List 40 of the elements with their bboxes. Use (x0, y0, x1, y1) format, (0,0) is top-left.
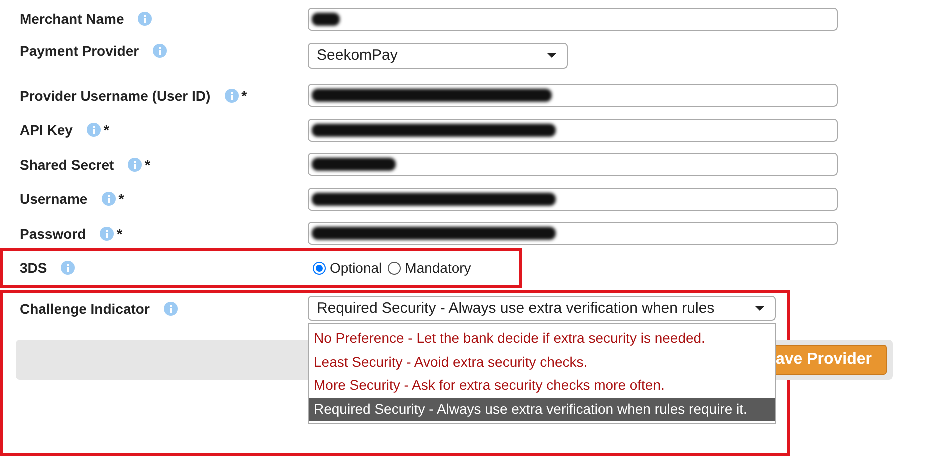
field-label: Challenge Indicator (20, 301, 150, 317)
input-field[interactable] (308, 222, 838, 246)
caret-icon (755, 306, 765, 311)
field-label: Username (20, 191, 88, 208)
required-marker: * (242, 88, 248, 104)
input-field[interactable] (308, 8, 838, 31)
field-label: Payment Provider (20, 42, 140, 58)
required-marker: * (145, 156, 151, 173)
dropdown-option[interactable]: Required Security - Always use extra verification when rules require it. (309, 398, 775, 421)
challenge-dropdown[interactable]: Required Security - Always use extra verification when rules (308, 296, 776, 321)
radio-label: Optional (330, 260, 382, 276)
field-label: Password (20, 226, 86, 242)
required-marker: * (104, 122, 110, 138)
field-label: API Key (20, 122, 73, 138)
provider-dropdown[interactable]: SeekomPay (308, 42, 568, 68)
info-icon (102, 192, 116, 206)
field-label: Shared Secret (20, 156, 114, 173)
info-icon (86, 123, 101, 138)
field-label: Merchant Name (20, 11, 124, 28)
redaction-mark (312, 12, 340, 26)
info-icon (164, 302, 178, 316)
input-field[interactable] (308, 188, 838, 211)
info-icon (128, 158, 142, 172)
input-field[interactable] (308, 153, 838, 176)
info-icon (61, 261, 76, 275)
radio-button[interactable] (388, 262, 402, 274)
required-marker: * (118, 191, 124, 208)
field-label: Provider Username (User ID) (20, 88, 211, 104)
info-icon (138, 12, 152, 26)
radio-label: Mandatory (405, 260, 472, 276)
info-icon (100, 226, 114, 241)
radio-button[interactable] (313, 262, 326, 274)
field-label: 3DS (20, 260, 48, 276)
caret-icon (547, 53, 557, 58)
info-icon (224, 88, 239, 103)
input-field[interactable] (308, 84, 838, 108)
input-field[interactable] (308, 118, 838, 142)
required-marker: * (117, 226, 123, 242)
dropdown-option[interactable]: More Security - Ask for extra security checks more often. (309, 374, 775, 398)
info-icon (153, 44, 168, 58)
